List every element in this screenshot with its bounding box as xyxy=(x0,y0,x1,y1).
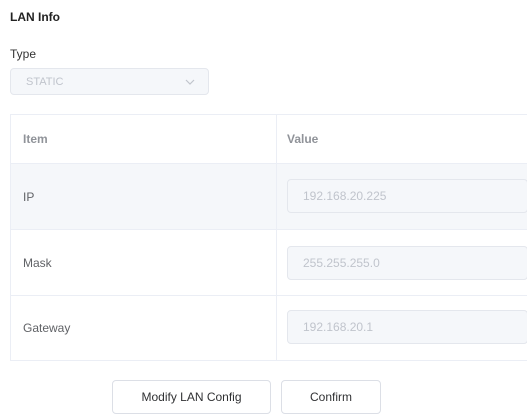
chevron-down-icon xyxy=(185,79,195,85)
ip-input[interactable]: 192.168.20.225 xyxy=(287,179,527,213)
gateway-input[interactable]: 192.168.20.1 xyxy=(287,310,527,344)
confirm-button[interactable]: Confirm xyxy=(281,380,381,414)
table-row: IP 192.168.20.225 xyxy=(11,164,527,230)
table-row: Mask 255.255.255.0 xyxy=(11,230,527,296)
row-item-ip: IP xyxy=(23,189,35,204)
mask-input[interactable]: 255.255.255.0 xyxy=(287,246,527,280)
type-select-value: STATIC xyxy=(26,75,64,88)
lan-info-table: Item Value IP 192.168.20.225 Mask 255.25… xyxy=(10,114,527,361)
row-item-gateway: Gateway xyxy=(23,321,71,335)
table-header-row: Item Value xyxy=(11,115,527,164)
header-item: Item xyxy=(23,132,48,146)
modify-lan-config-button[interactable]: Modify LAN Config xyxy=(112,380,271,414)
type-label: Type xyxy=(10,47,37,61)
header-value: Value xyxy=(287,132,319,146)
row-item-mask: Mask xyxy=(23,255,52,270)
table-row: Gateway 192.168.20.1 xyxy=(11,296,527,361)
type-select[interactable]: STATIC xyxy=(10,68,209,95)
column-divider xyxy=(276,115,277,361)
section-title: LAN Info xyxy=(10,10,60,24)
